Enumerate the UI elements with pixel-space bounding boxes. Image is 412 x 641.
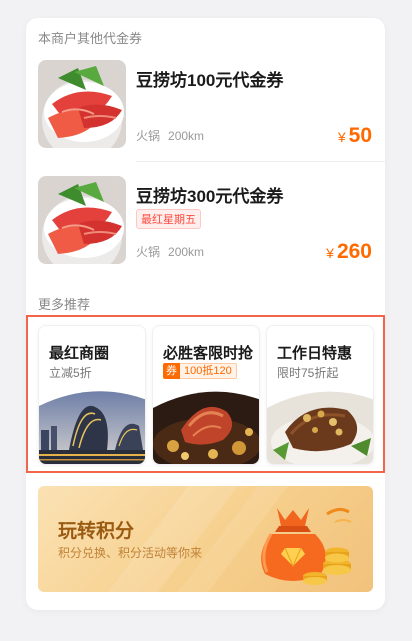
reco-card-hot-district[interactable]: 最红商圈 立减5折 bbox=[38, 325, 146, 465]
voucher-distance: 200km bbox=[168, 245, 205, 259]
sashimi-image bbox=[38, 176, 126, 264]
voucher-item-1[interactable]: 豆捞坊100元代金券 火锅 200km ¥50 bbox=[38, 60, 385, 148]
voucher-distance: 200km bbox=[168, 129, 205, 143]
currency-symbol: ¥ bbox=[337, 129, 346, 145]
voucher-name: 豆捞坊100元代金券 bbox=[136, 71, 284, 90]
coupon-icon: 券 bbox=[163, 363, 180, 379]
money-bag-icon bbox=[261, 507, 352, 585]
voucher-meta: 火锅 200km bbox=[136, 243, 204, 260]
reco-title: 必胜客限时抢 bbox=[163, 345, 254, 362]
coupon-badge: 券 100抵120 bbox=[163, 363, 237, 379]
price-value: 260 bbox=[336, 240, 372, 263]
recommendation-row: 最红商圈 立减5折 必胜客限时抢 券 100抵120 工作日特惠 限时75折起 bbox=[26, 315, 385, 473]
steak-dish-image bbox=[267, 391, 373, 464]
voucher-meta: 火锅 200km bbox=[136, 127, 204, 144]
reco-subtitle: 限时75折起 bbox=[277, 366, 339, 380]
divider bbox=[136, 161, 385, 162]
sashimi-image bbox=[38, 60, 126, 148]
reco-card-weekday-special[interactable]: 工作日特惠 限时75折起 bbox=[266, 325, 374, 465]
reco-card-pizza-flash-sale[interactable]: 必胜客限时抢 券 100抵120 bbox=[152, 325, 260, 465]
lobster-dish-image bbox=[153, 391, 259, 464]
points-title: 玩转积分 bbox=[58, 521, 135, 542]
voucher-name: 豆捞坊300元代金券 bbox=[136, 187, 284, 206]
reco-title: 最红商圈 bbox=[49, 345, 110, 362]
currency-symbol: ¥ bbox=[326, 245, 334, 261]
city-skyline-image bbox=[39, 391, 145, 464]
voucher-card: 本商户其他代金券 豆捞坊100元代金券 火锅 200km ¥50 豆捞坊300元… bbox=[26, 18, 385, 610]
coupon-text: 100抵120 bbox=[180, 363, 237, 379]
points-banner[interactable]: 玩转积分 积分兑换、积分活动等你来 bbox=[38, 486, 373, 592]
voucher-tag: 最红星期五 bbox=[136, 209, 201, 229]
price-value: 50 bbox=[348, 124, 372, 147]
points-subtitle: 积分兑换、积分活动等你来 bbox=[58, 546, 203, 560]
voucher-price: ¥260 bbox=[326, 240, 372, 264]
reco-subtitle: 立减5折 bbox=[49, 366, 92, 380]
section-title-more: 更多推荐 bbox=[38, 297, 91, 312]
voucher-category: 火锅 bbox=[136, 129, 161, 143]
voucher-item-2[interactable]: 豆捞坊300元代金券 最红星期五 火锅 200km ¥260 bbox=[38, 176, 385, 264]
voucher-category: 火锅 bbox=[136, 245, 161, 259]
section-title-other-vouchers: 本商户其他代金券 bbox=[38, 31, 143, 46]
reco-title: 工作日特惠 bbox=[277, 345, 353, 362]
voucher-price: ¥50 bbox=[338, 124, 372, 148]
